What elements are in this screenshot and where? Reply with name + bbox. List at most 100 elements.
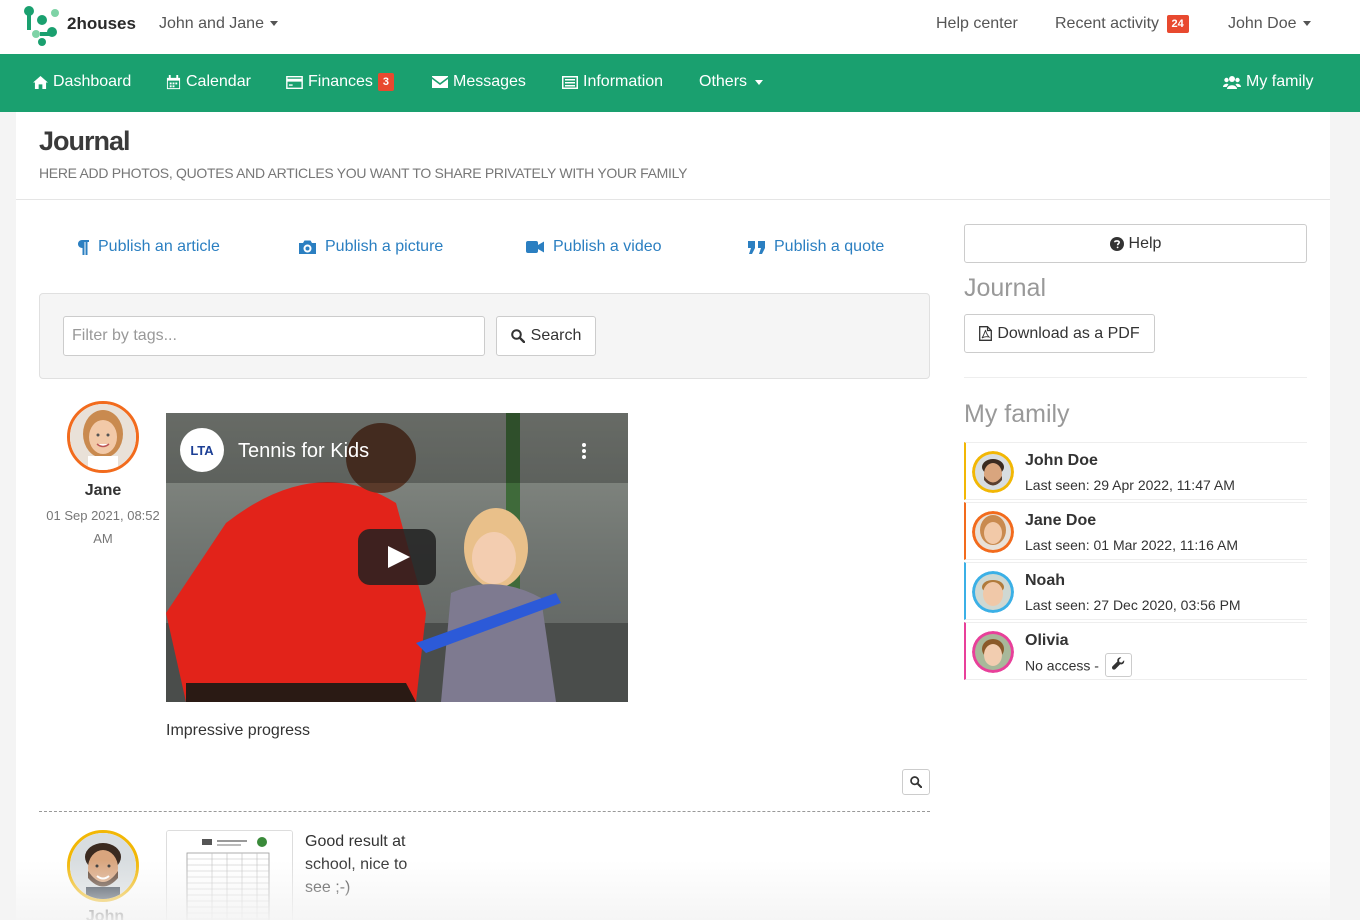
calendar-icon	[166, 74, 181, 89]
wrench-icon	[1111, 657, 1125, 670]
chevron-down-icon	[269, 21, 278, 27]
download-pdf-label: Download as a PDF	[997, 324, 1140, 342]
my-family-heading: My family	[964, 400, 1070, 428]
users-icon	[1223, 76, 1241, 89]
nav-information-label: Information	[583, 73, 664, 90]
top-bar: 2houses John and Jane Help center Recent…	[0, 0, 1360, 54]
nav-finances-label: Finances	[308, 73, 373, 90]
page-subtitle: HERE ADD PHOTOS, QUOTES AND ARTICLES YOU…	[39, 165, 688, 181]
publish-article-link[interactable]: Publish an article	[78, 238, 220, 256]
member-status: No access -	[1025, 657, 1099, 674]
main-content: Journal HERE ADD PHOTOS, QUOTES AND ARTI…	[16, 112, 1330, 920]
question-circle-icon	[1109, 236, 1124, 251]
nav-my-family-label: My family	[1246, 73, 1314, 90]
help-button-label: Help	[1128, 234, 1162, 252]
chevron-down-icon	[755, 79, 764, 85]
video-player[interactable]: LTA Tennis for Kids	[166, 413, 628, 702]
nav-others[interactable]: Others	[699, 73, 764, 91]
nav-calendar-label: Calendar	[186, 73, 251, 90]
family-switcher[interactable]: John and Jane	[159, 15, 278, 33]
avatar	[972, 571, 1014, 613]
nav-messages-label: Messages	[453, 73, 526, 90]
help-button[interactable]: Help	[964, 224, 1307, 263]
publish-quote-link[interactable]: Publish a quote	[748, 238, 884, 256]
member-name: Jane Doe	[1025, 512, 1097, 529]
family-switcher-label: John and Jane	[159, 15, 264, 32]
recent-activity-link[interactable]: Recent activity 24	[1055, 15, 1189, 33]
download-pdf-button[interactable]: Download as a PDF	[964, 314, 1155, 353]
post-text: Good result at school, nice to see ;-)	[305, 833, 408, 896]
post-date: 01 Sep 2021, 08:52 AM	[46, 508, 160, 546]
search-button-label: Search	[530, 327, 582, 344]
nav-others-label: Others	[699, 73, 748, 90]
search-icon	[510, 329, 525, 343]
post-author: Jane	[84, 482, 122, 499]
chevron-down-icon	[1302, 21, 1311, 27]
video-camera-icon	[526, 241, 544, 253]
publish-video-link[interactable]: Publish a video	[526, 238, 662, 256]
nav-messages[interactable]: Messages	[432, 73, 526, 91]
member-status-row: No access -	[1025, 653, 1132, 677]
user-menu[interactable]: John Doe	[1228, 15, 1311, 33]
nav-dashboard-label: Dashboard	[53, 73, 132, 90]
credit-card-icon	[286, 75, 303, 89]
quote-icon	[748, 240, 765, 254]
logo-icon[interactable]	[22, 4, 64, 46]
page-title: Journal	[39, 126, 131, 156]
nav-calendar[interactable]: Calendar	[166, 73, 251, 91]
member-name: Olivia	[1025, 632, 1069, 649]
nav-information[interactable]: Information	[562, 73, 663, 91]
page-header: Journal HERE ADD PHOTOS, QUOTES AND ARTI…	[16, 112, 1330, 200]
recent-activity-badge: 24	[1166, 15, 1189, 33]
member-status: Last seen: 01 Mar 2022, 11:16 AM	[1025, 537, 1238, 553]
family-member-olivia[interactable]: Olivia No access -	[964, 622, 1307, 680]
member-name: John Doe	[1025, 452, 1098, 469]
publish-picture-label: Publish a picture	[325, 238, 444, 255]
avatar	[972, 511, 1014, 553]
help-center-link[interactable]: Help center	[936, 15, 1018, 33]
document-thumbnail[interactable]	[166, 830, 293, 920]
john-avatar-image	[70, 833, 136, 899]
jane-avatar-image	[70, 404, 136, 470]
list-alt-icon	[562, 75, 578, 89]
member-status: Last seen: 27 Dec 2020, 03:56 PM	[1025, 597, 1241, 613]
finances-badge: 3	[377, 73, 395, 91]
channel-logo-text: LTA	[190, 443, 214, 458]
member-status: Last seen: 29 Apr 2022, 11:47 AM	[1025, 477, 1235, 493]
member-name: Noah	[1025, 572, 1065, 589]
avatar[interactable]	[67, 401, 139, 473]
paragraph-icon	[78, 239, 89, 255]
home-icon	[33, 75, 48, 89]
recent-activity-label: Recent activity	[1055, 15, 1160, 33]
zoom-button[interactable]	[902, 769, 930, 795]
camera-icon	[299, 240, 316, 254]
filter-panel: Search	[39, 293, 930, 379]
nav-my-family[interactable]: My family	[1223, 73, 1314, 91]
avatar	[972, 631, 1014, 673]
publish-video-label: Publish a video	[553, 238, 662, 255]
file-pdf-icon	[979, 326, 993, 341]
search-button[interactable]: Search	[496, 316, 596, 356]
post-text: Impressive progress	[166, 722, 311, 739]
search-icon	[910, 776, 922, 788]
publish-picture-link[interactable]: Publish a picture	[299, 238, 443, 256]
post-divider	[39, 811, 930, 812]
main-nav: Dashboard Calendar Finances 3 Messages I…	[0, 54, 1360, 112]
video-thumbnail: LTA	[166, 413, 628, 702]
publish-article-label: Publish an article	[98, 238, 220, 255]
family-member-noah[interactable]: Noah Last seen: 27 Dec 2020, 03:56 PM	[964, 562, 1307, 620]
nav-finances[interactable]: Finances 3	[286, 73, 395, 91]
user-menu-label: John Doe	[1228, 15, 1297, 32]
publish-quote-label: Publish a quote	[774, 238, 885, 255]
journal-heading: Journal	[964, 274, 1046, 302]
family-member-jane-doe[interactable]: Jane Doe Last seen: 01 Mar 2022, 11:16 A…	[964, 502, 1307, 560]
video-title[interactable]: Tennis for Kids	[238, 440, 369, 463]
sidebar-divider	[964, 377, 1307, 378]
grant-access-button[interactable]	[1104, 653, 1132, 677]
tag-filter-input[interactable]	[63, 316, 485, 356]
family-member-john-doe[interactable]: John Doe Last seen: 29 Apr 2022, 11:47 A…	[964, 442, 1307, 500]
nav-dashboard[interactable]: Dashboard	[33, 73, 131, 91]
avatar[interactable]	[67, 830, 139, 902]
brand-name[interactable]: 2houses	[67, 14, 136, 34]
avatar	[972, 451, 1014, 493]
